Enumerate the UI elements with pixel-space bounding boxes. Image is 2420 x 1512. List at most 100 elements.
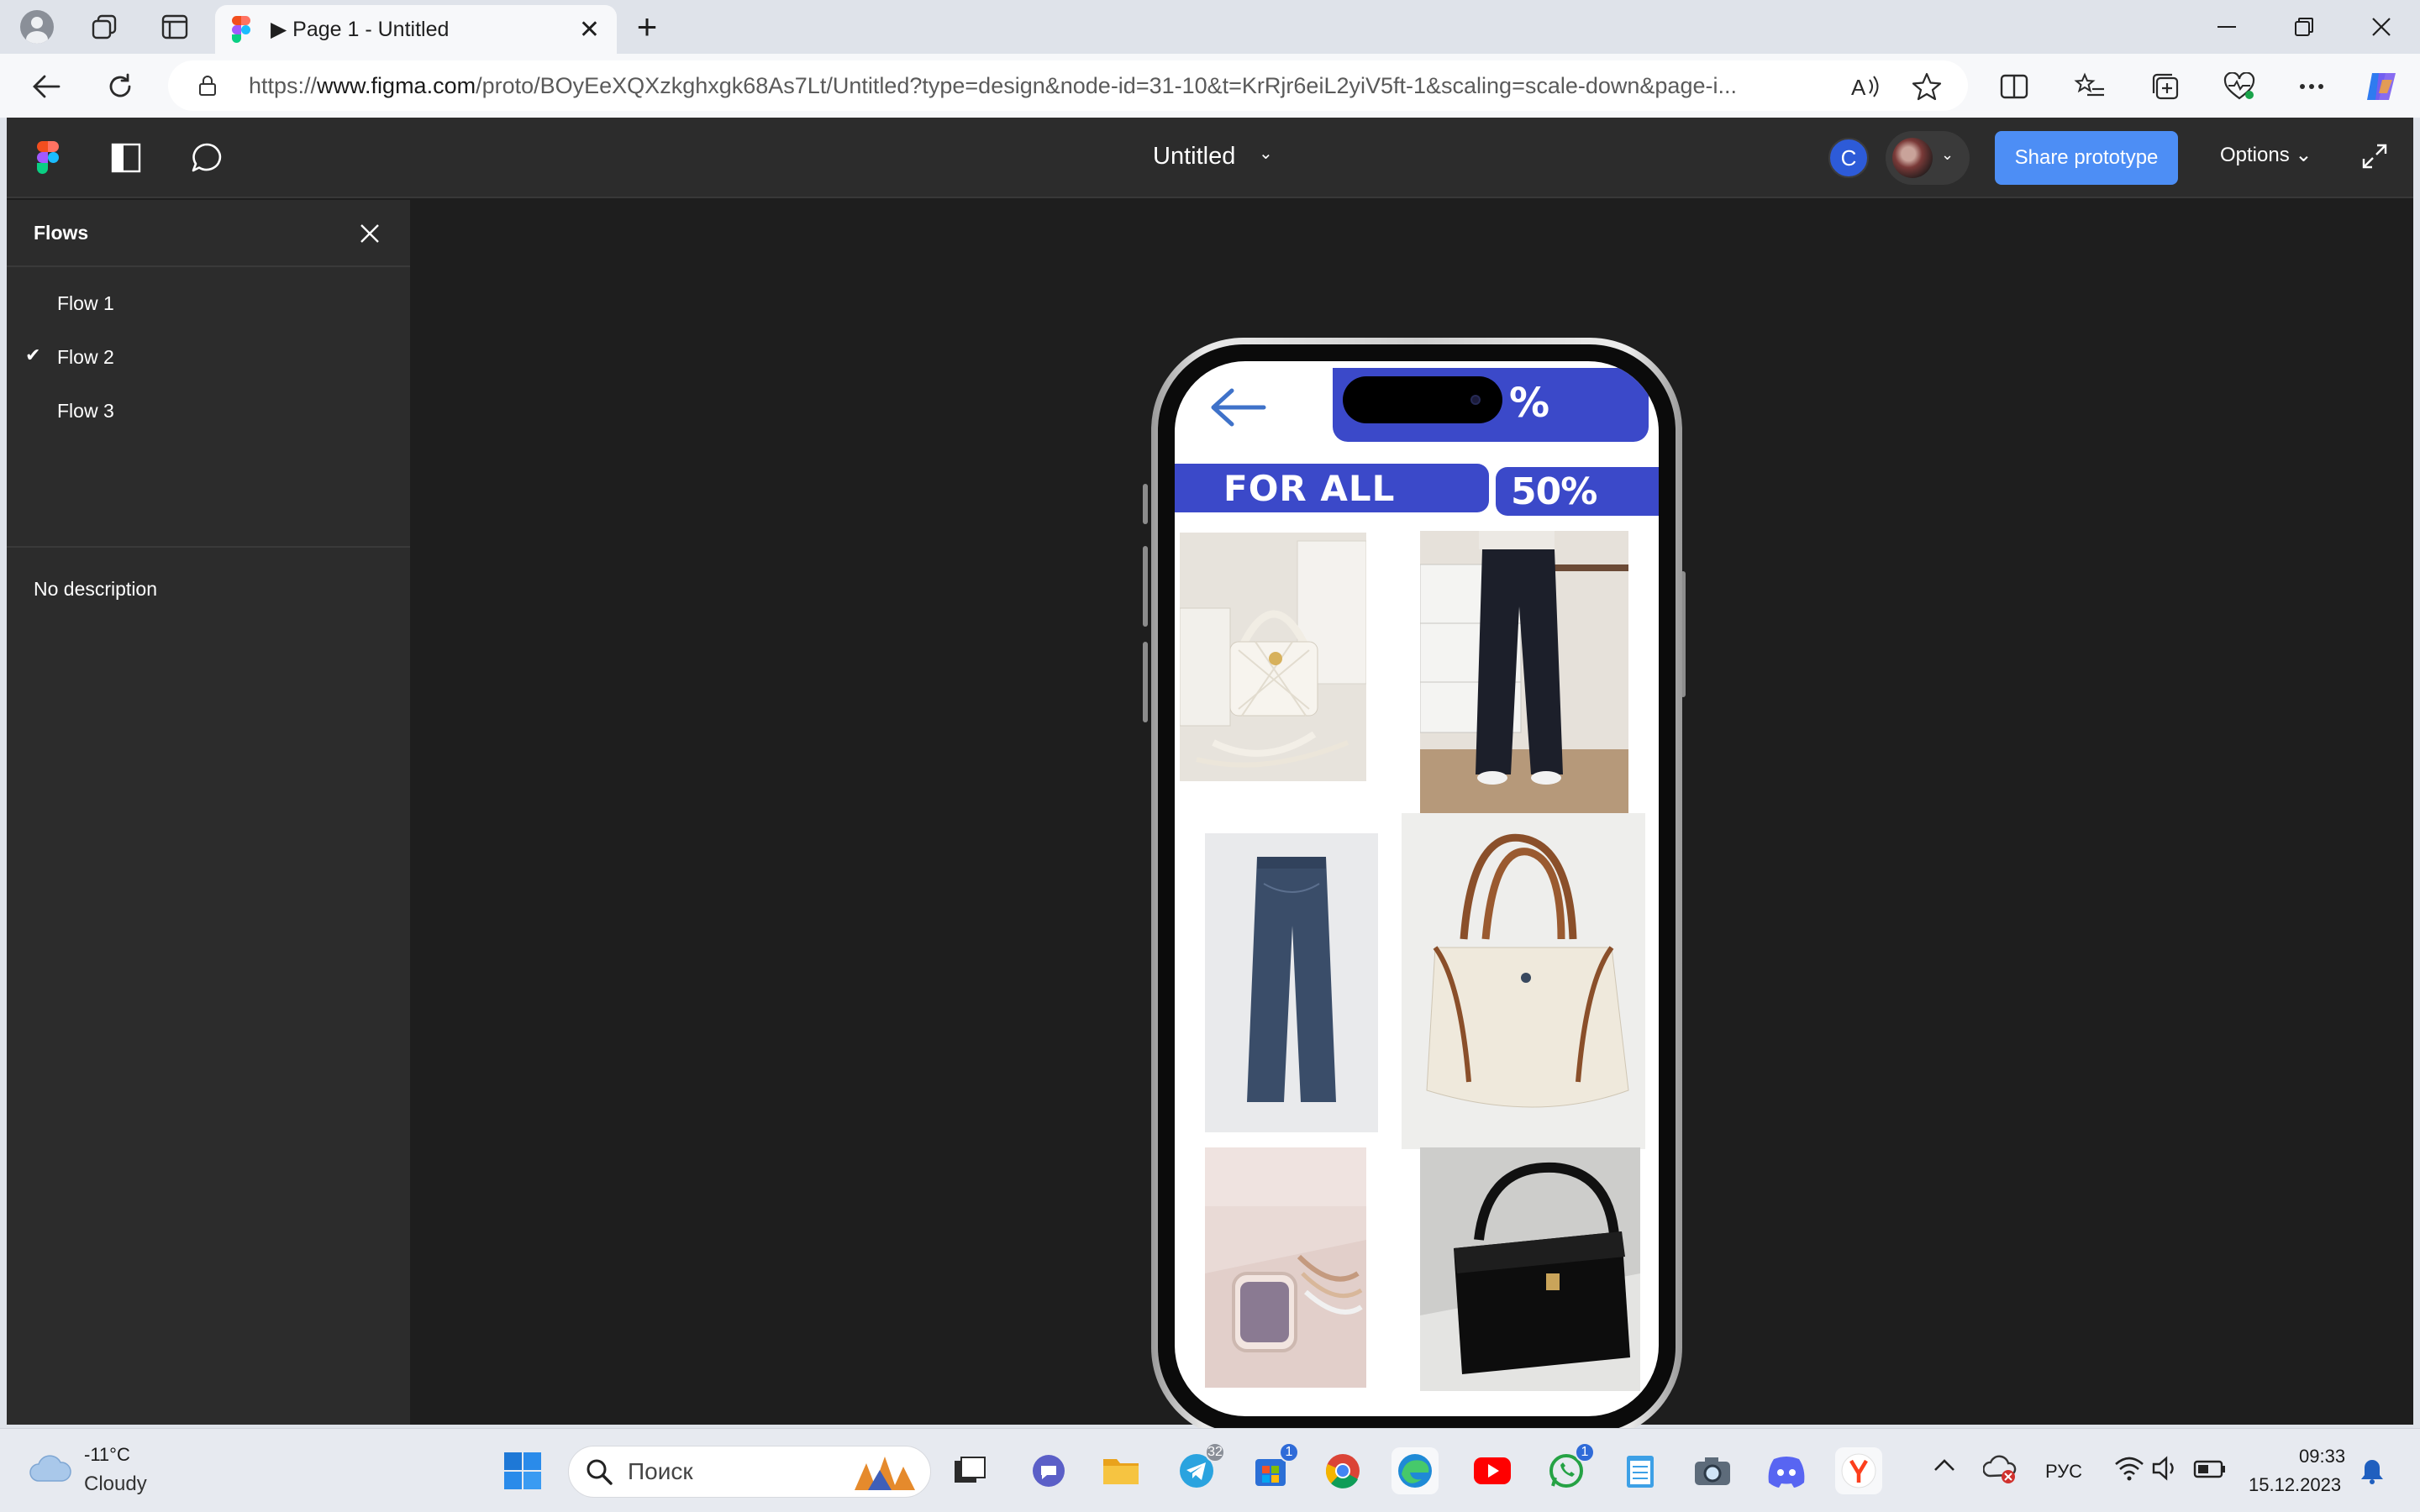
teams-app[interactable] [1025, 1447, 1072, 1494]
edge-icon [1398, 1454, 1432, 1488]
close-sidebar-button[interactable] [353, 217, 387, 250]
promo-percent: % [1509, 380, 1549, 427]
close-icon [2372, 18, 2391, 36]
tab-close-icon[interactable]: ✕ [579, 15, 600, 45]
product-smartwatch[interactable] [1205, 1147, 1366, 1388]
chrome-app[interactable] [1319, 1447, 1366, 1494]
back-button[interactable] [25, 66, 67, 108]
start-button[interactable] [499, 1447, 546, 1494]
prototype-screen[interactable]: % FOR ALL 50% [1175, 361, 1659, 1416]
store-app[interactable]: 1 [1247, 1442, 1299, 1494]
whatsapp-app[interactable]: 1 [1543, 1442, 1595, 1494]
weather-condition[interactable]: Cloudy [84, 1473, 147, 1496]
flow-label: Flow 1 [57, 292, 114, 314]
document-title[interactable]: Untitled [1153, 143, 1235, 171]
notepad-icon [1627, 1456, 1654, 1488]
favorite-button[interactable] [1906, 66, 1948, 108]
split-screen-button[interactable] [1993, 66, 2035, 108]
collections-button[interactable] [2144, 66, 2186, 108]
favorites-button[interactable] [2069, 66, 2111, 108]
back-arrow-icon[interactable] [1208, 386, 1267, 428]
folder-icon [1103, 1459, 1139, 1484]
product-black-trousers[interactable] [1420, 531, 1628, 813]
volume-status[interactable] [2151, 1456, 2180, 1484]
address-bar[interactable]: https://www.figma.com/proto/BOyEeXQXzkgh… [168, 60, 1968, 111]
product-black-bag[interactable] [1420, 1147, 1640, 1391]
youtube-app[interactable] [1469, 1447, 1516, 1494]
yandex-browser-app[interactable] [1835, 1447, 1882, 1494]
close-window-button[interactable] [2343, 7, 2420, 47]
battery-status[interactable] [2193, 1459, 2227, 1481]
bell-icon [2361, 1460, 2383, 1484]
copilot-button[interactable] [2361, 66, 2403, 108]
read-aloud-icon: A [1851, 75, 1879, 100]
active-tab[interactable]: ▶ Page 1 - Untitled ✕ [215, 5, 617, 54]
vertical-tabs-button[interactable] [151, 8, 198, 45]
lock-icon[interactable] [198, 76, 217, 96]
youtube-icon [1474, 1457, 1511, 1484]
cream-tote-image [1402, 813, 1645, 1149]
tab-actions-icon [161, 14, 188, 39]
more-menu-button[interactable] [2291, 66, 2333, 108]
product-blue-jeans[interactable] [1205, 833, 1378, 1132]
search-highlight-icon [855, 1457, 915, 1490]
windows-taskbar: -11°C Cloudy Поиск 32 1 1 РУС 09:33 15.1… [0, 1428, 2420, 1512]
discord-app[interactable] [1763, 1447, 1810, 1494]
show-hidden-icons-button[interactable] [1933, 1457, 1960, 1484]
profile-button[interactable] [13, 8, 60, 45]
workspaces-button[interactable] [81, 8, 128, 45]
camera-icon [1470, 395, 1481, 405]
refresh-button[interactable] [99, 66, 141, 108]
telegram-app[interactable]: 32 [1173, 1442, 1225, 1494]
user-avatar[interactable]: C [1828, 138, 1869, 178]
product-white-handbag[interactable] [1180, 533, 1366, 781]
task-view-button[interactable] [946, 1447, 993, 1494]
favorites-list-icon [2074, 72, 2104, 97]
copilot-icon [2367, 73, 2396, 100]
weather-temperature[interactable]: -11°C [84, 1444, 130, 1466]
fullscreen-button[interactable] [2356, 138, 2393, 175]
flow-item-1[interactable]: Flow 1 [7, 279, 410, 329]
file-explorer-app[interactable] [1097, 1447, 1144, 1494]
check-icon: ✔ [25, 344, 41, 365]
white-handbag-image [1180, 533, 1366, 781]
smartwatch-image [1205, 1147, 1366, 1388]
for-all-banner: FOR ALL [1175, 464, 1489, 512]
read-aloud-button[interactable]: A [1845, 66, 1887, 108]
flow-item-3[interactable]: Flow 3 [7, 386, 410, 437]
cloud-icon[interactable] [29, 1452, 72, 1483]
notifications-button[interactable] [2360, 1457, 2388, 1486]
options-menu[interactable]: Options ⌄ [2220, 143, 2312, 167]
clock-time[interactable]: 09:33 [2299, 1446, 2345, 1467]
close-icon [360, 224, 379, 243]
camera-icon [1695, 1457, 1730, 1485]
figma-logo-icon[interactable] [37, 141, 59, 175]
svg-text:A: A [1851, 75, 1866, 100]
onedrive-status[interactable] [1982, 1454, 2017, 1488]
share-prototype-button[interactable]: Share prototype [1995, 131, 2178, 185]
store-badge: 1 [1279, 1442, 1299, 1462]
minimize-button[interactable] [2188, 7, 2265, 47]
title-dropdown-icon[interactable]: ⌄ [1259, 143, 1273, 164]
black-bag-image [1420, 1147, 1640, 1391]
divider [7, 546, 410, 548]
avatar-photo [1892, 138, 1933, 178]
sidebar-toggle-button[interactable] [111, 143, 141, 173]
browser-essentials-button[interactable] [2218, 66, 2260, 108]
taskbar-search[interactable]: Поиск [568, 1446, 931, 1498]
clock-date[interactable]: 15.12.2023 [2249, 1474, 2341, 1496]
edge-app[interactable] [1392, 1447, 1439, 1494]
flow-item-2[interactable]: ✔ Flow 2 [7, 333, 410, 383]
wifi-status[interactable] [2114, 1456, 2144, 1484]
task-view-icon [955, 1457, 986, 1483]
notepad-app[interactable] [1617, 1447, 1664, 1494]
wifi-icon [2115, 1457, 2144, 1481]
comments-button[interactable] [190, 141, 224, 175]
restore-button[interactable] [2265, 7, 2343, 47]
windows-start-icon [504, 1452, 541, 1489]
product-cream-tote[interactable] [1402, 813, 1645, 1149]
language-indicator[interactable]: РУС [2045, 1461, 2082, 1483]
collaborator-avatar[interactable]: ⌄ [1886, 131, 1970, 185]
camera-app[interactable] [1689, 1447, 1736, 1494]
new-tab-button[interactable]: + [629, 7, 666, 46]
